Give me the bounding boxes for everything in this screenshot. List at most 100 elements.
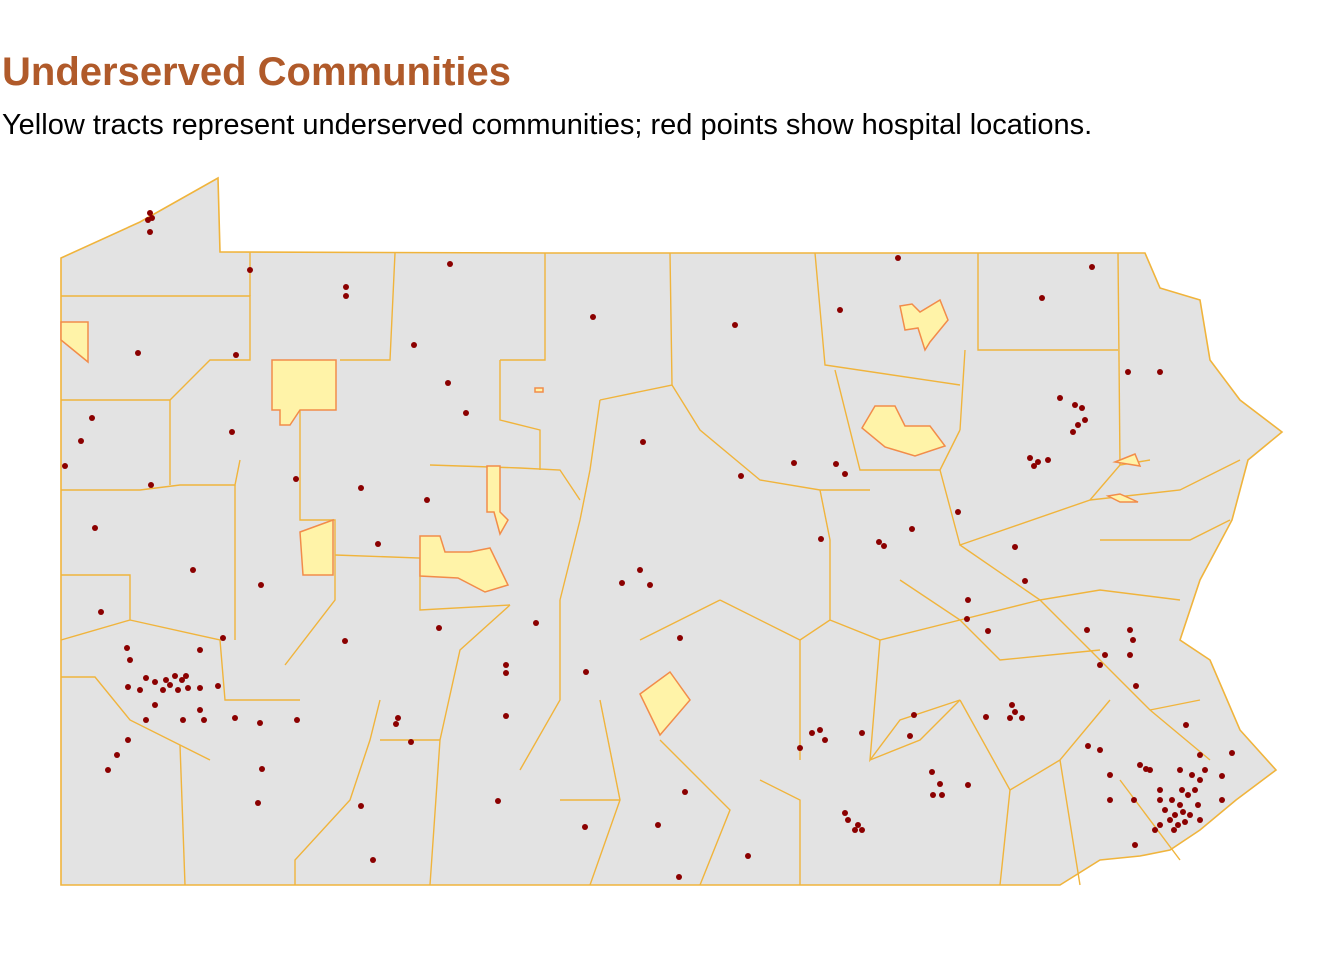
hospital-point (247, 267, 253, 273)
hospital-point (395, 715, 401, 721)
hospital-point (503, 662, 509, 668)
hospital-point (909, 526, 915, 532)
hospital-point (167, 682, 173, 688)
hospital-point (1152, 827, 1158, 833)
hospital-point (125, 737, 131, 743)
hospital-point (258, 582, 264, 588)
page-subtitle: Yellow tracts represent underserved comm… (2, 109, 1093, 141)
hospital-point (852, 827, 858, 833)
hospital-point (411, 342, 417, 348)
hospital-point (842, 810, 848, 816)
hospital-point (1019, 715, 1025, 721)
hospital-point (1027, 455, 1033, 461)
hospital-point (930, 792, 936, 798)
hospital-point (907, 733, 913, 739)
hospital-point (1180, 809, 1186, 815)
hospital-point (294, 717, 300, 723)
hospital-point (1097, 662, 1103, 668)
hospital-point (791, 460, 797, 466)
hospital-point (1102, 652, 1108, 658)
hospital-point (463, 410, 469, 416)
hospital-point (197, 707, 203, 713)
hospital-point (619, 580, 625, 586)
hospital-point (92, 525, 98, 531)
hospital-point (682, 789, 688, 795)
hospital-point (855, 822, 861, 828)
hospital-point (964, 616, 970, 622)
hospital-point (124, 645, 130, 651)
hospital-point (1167, 817, 1173, 823)
hospital-point (175, 687, 181, 693)
hospital-point (911, 712, 917, 718)
hospital-point (1185, 792, 1191, 798)
hospital-point (233, 352, 239, 358)
hospital-point (1045, 457, 1051, 463)
hospital-point (145, 217, 151, 223)
hospital-point (1057, 395, 1063, 401)
hospital-point (408, 739, 414, 745)
hospital-point (89, 415, 95, 421)
hospital-point (640, 439, 646, 445)
hospital-point (232, 715, 238, 721)
hospital-point (445, 380, 451, 386)
hospital-point (1132, 842, 1138, 848)
hospital-point (1089, 264, 1095, 270)
hospital-point (358, 485, 364, 491)
hospital-point (937, 781, 943, 787)
hospital-point (257, 720, 263, 726)
hospital-point (185, 685, 191, 691)
hospital-point (343, 293, 349, 299)
hospital-point (1177, 767, 1183, 773)
hospital-point (183, 673, 189, 679)
hospital-point (1197, 752, 1203, 758)
hospital-point (876, 539, 882, 545)
hospital-point (137, 687, 143, 693)
hospital-point (1097, 747, 1103, 753)
hospital-point (370, 857, 376, 863)
hospital-point (1075, 422, 1081, 428)
hospital-point (1147, 767, 1153, 773)
page-title: Underserved Communities (2, 50, 512, 94)
hospital-point (1229, 750, 1235, 756)
hospital-point (637, 567, 643, 573)
hospital-point (160, 687, 166, 693)
hospital-point (1177, 802, 1183, 808)
hospital-point (1171, 827, 1177, 833)
hospital-point (1157, 822, 1163, 828)
hospital-point (375, 541, 381, 547)
hospital-point (105, 767, 111, 773)
hospital-point (1085, 743, 1091, 749)
hospital-point (358, 803, 364, 809)
hospital-point (965, 597, 971, 603)
hospital-point (983, 714, 989, 720)
hospital-point (190, 567, 196, 573)
hospital-point (817, 727, 823, 733)
hospital-point (797, 745, 803, 751)
hospital-point (215, 683, 221, 689)
hospital-point (985, 628, 991, 634)
hospital-point (114, 752, 120, 758)
hospital-point (1031, 463, 1037, 469)
hospital-point (1012, 544, 1018, 550)
hospital-point (809, 730, 815, 736)
hospital-point (1084, 627, 1090, 633)
hospital-point (1039, 295, 1045, 301)
hospital-point (1219, 773, 1225, 779)
hospital-point (172, 673, 178, 679)
hospital-point (220, 635, 226, 641)
hospital-point (590, 314, 596, 320)
hospital-point (98, 609, 104, 615)
hospital-point (1157, 369, 1163, 375)
hospital-point (1197, 817, 1203, 823)
hospital-point (842, 471, 848, 477)
hospital-point (393, 721, 399, 727)
hospital-point (293, 476, 299, 482)
hospital-point (1012, 709, 1018, 715)
hospital-point (447, 261, 453, 267)
hospital-point (1079, 405, 1085, 411)
hospital-point (148, 482, 154, 488)
hospital-point (503, 670, 509, 676)
hospital-point (818, 536, 824, 542)
pennsylvania-map (60, 176, 1284, 886)
hospital-point (939, 792, 945, 798)
